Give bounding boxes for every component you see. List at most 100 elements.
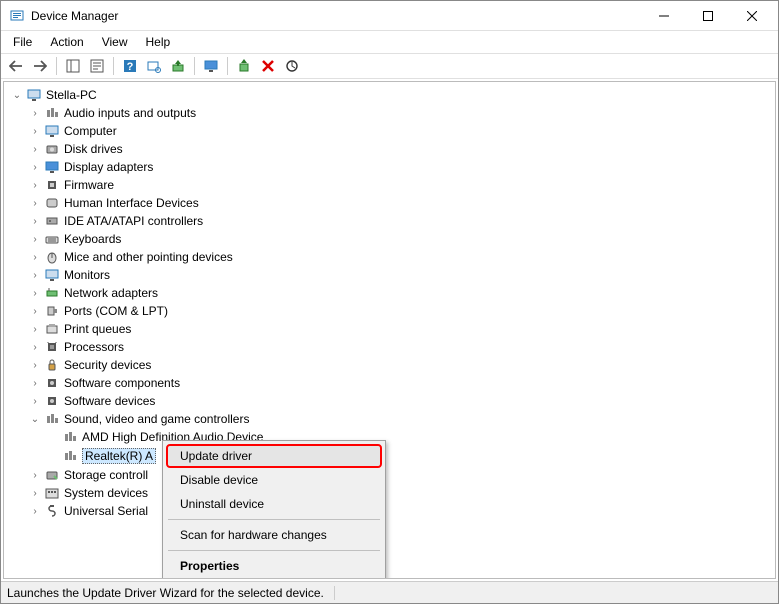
menu-update-driver[interactable]: Update driver xyxy=(166,444,382,468)
menu-uninstall-device[interactable]: Uninstall device xyxy=(166,492,382,516)
tree-category[interactable]: ›Print queues xyxy=(28,320,773,338)
chevron-right-icon[interactable]: › xyxy=(28,504,42,518)
menu-disable-device[interactable]: Disable device xyxy=(166,468,382,492)
tree-category[interactable]: › Storage controll xyxy=(28,466,773,484)
properties-button[interactable] xyxy=(86,55,108,77)
menu-separator xyxy=(168,519,380,520)
tree-category[interactable]: › Universal Serial xyxy=(28,502,773,520)
forward-button[interactable] xyxy=(29,55,51,77)
toolbar-separator xyxy=(56,57,57,75)
tree-category[interactable]: › Keyboards xyxy=(28,230,773,248)
audio-device-icon xyxy=(62,448,78,464)
chevron-right-icon[interactable]: › xyxy=(28,178,42,192)
update-driver-button[interactable] xyxy=(167,55,189,77)
chevron-down-icon[interactable]: ⌄ xyxy=(10,88,24,102)
category-label: Audio inputs and outputs xyxy=(64,106,196,120)
category-icon xyxy=(44,339,60,355)
show-hide-tree-button[interactable] xyxy=(62,55,84,77)
chevron-right-icon[interactable]: › xyxy=(28,124,42,138)
chevron-right-icon[interactable]: › xyxy=(28,268,42,282)
category-label: Disk drives xyxy=(64,142,123,156)
enable-button[interactable] xyxy=(233,55,255,77)
chevron-right-icon[interactable]: › xyxy=(28,322,42,336)
chevron-right-icon[interactable]: › xyxy=(28,142,42,156)
category-label: Sound, video and game controllers xyxy=(64,412,249,426)
menu-help[interactable]: Help xyxy=(138,33,179,51)
tree-category[interactable]: ›Mice and other pointing devices xyxy=(28,248,773,266)
tree-category[interactable]: ›Software devices xyxy=(28,392,773,410)
menu-separator xyxy=(168,550,380,551)
chevron-right-icon[interactable]: › xyxy=(28,358,42,372)
tree-category[interactable]: › Display adapters xyxy=(28,158,773,176)
category-icon xyxy=(44,321,60,337)
chevron-right-icon[interactable]: › xyxy=(28,304,42,318)
category-icon xyxy=(44,393,60,409)
window-controls xyxy=(642,2,774,30)
statusbar: Launches the Update Driver Wizard for th… xyxy=(1,581,778,603)
tree-device[interactable]: Realtek(R) A xyxy=(46,447,773,466)
toolbar: ? xyxy=(1,53,778,79)
chevron-right-icon[interactable]: › xyxy=(28,376,42,390)
back-button[interactable] xyxy=(5,55,27,77)
tree-device[interactable]: AMD High Definition Audio Device xyxy=(46,428,773,447)
chevron-right-icon[interactable]: › xyxy=(28,340,42,354)
maximize-button[interactable] xyxy=(686,2,730,30)
chevron-right-icon[interactable]: › xyxy=(28,106,42,120)
tree-category[interactable]: ›Firmware xyxy=(28,176,773,194)
tree-category[interactable]: ›Software components xyxy=(28,374,773,392)
tree-category[interactable]: ›IDE ATA/ATAPI controllers xyxy=(28,212,773,230)
tree-category[interactable]: › Disk drives xyxy=(28,140,773,158)
device-label: Realtek(R) A xyxy=(82,448,156,464)
monitor-button[interactable] xyxy=(200,55,222,77)
audio-device-icon xyxy=(62,429,78,445)
tree-category[interactable]: ⌄ Sound, video and game controllers AMD Hi… xyxy=(28,410,773,466)
tree-category[interactable]: ›Monitors xyxy=(28,266,773,284)
scan-button[interactable] xyxy=(143,55,165,77)
tree-category[interactable]: › Computer xyxy=(28,122,773,140)
window-title: Device Manager xyxy=(31,9,642,23)
tree-category[interactable]: ›Security devices xyxy=(28,356,773,374)
category-icon xyxy=(44,249,60,265)
disable-button[interactable] xyxy=(281,55,303,77)
tree-root[interactable]: ⌄ Stella-PC ›Audio inputs and outputs›Co… xyxy=(10,86,773,520)
chevron-right-icon[interactable]: › xyxy=(28,468,42,482)
chevron-right-icon[interactable]: › xyxy=(28,214,42,228)
chevron-down-icon[interactable]: ⌄ xyxy=(28,412,42,426)
chevron-right-icon[interactable]: › xyxy=(28,160,42,174)
help-button[interactable]: ? xyxy=(119,55,141,77)
chevron-right-icon[interactable]: › xyxy=(28,486,42,500)
category-label: Keyboards xyxy=(64,232,121,246)
category-label: Storage controll xyxy=(64,468,148,482)
chevron-right-icon[interactable]: › xyxy=(28,196,42,210)
menu-properties[interactable]: Properties xyxy=(166,554,382,578)
category-label: Computer xyxy=(64,124,117,138)
chevron-right-icon[interactable]: › xyxy=(28,232,42,246)
chevron-right-icon[interactable]: › xyxy=(28,394,42,408)
tree-category[interactable]: › Audio inputs and outputs xyxy=(28,104,773,122)
category-label: Display adapters xyxy=(64,160,153,174)
tree-category[interactable]: ›Human Interface Devices xyxy=(28,194,773,212)
menu-file[interactable]: File xyxy=(5,33,40,51)
tree-category[interactable]: › System devices xyxy=(28,484,773,502)
category-icon xyxy=(44,105,60,121)
chevron-right-icon[interactable]: › xyxy=(28,286,42,300)
close-button[interactable] xyxy=(730,2,774,30)
uninstall-button[interactable] xyxy=(257,55,279,77)
category-icon xyxy=(44,375,60,391)
menu-view[interactable]: View xyxy=(94,33,136,51)
toolbar-separator xyxy=(227,57,228,75)
category-icon xyxy=(44,231,60,247)
minimize-button[interactable] xyxy=(642,2,686,30)
menu-action[interactable]: Action xyxy=(42,33,91,51)
category-label: Universal Serial xyxy=(64,504,148,518)
device-tree[interactable]: ⌄ Stella-PC ›Audio inputs and outputs›Co… xyxy=(3,81,776,579)
chevron-right-icon[interactable]: › xyxy=(28,250,42,264)
category-label: System devices xyxy=(64,486,148,500)
tree-category[interactable]: ›Network adapters xyxy=(28,284,773,302)
category-icon xyxy=(44,159,60,175)
tree-category[interactable]: ›Processors xyxy=(28,338,773,356)
menu-scan-changes[interactable]: Scan for hardware changes xyxy=(166,523,382,547)
category-icon xyxy=(44,177,60,193)
context-menu: Update driver Disable device Uninstall d… xyxy=(162,440,386,579)
tree-category[interactable]: ›Ports (COM & LPT) xyxy=(28,302,773,320)
